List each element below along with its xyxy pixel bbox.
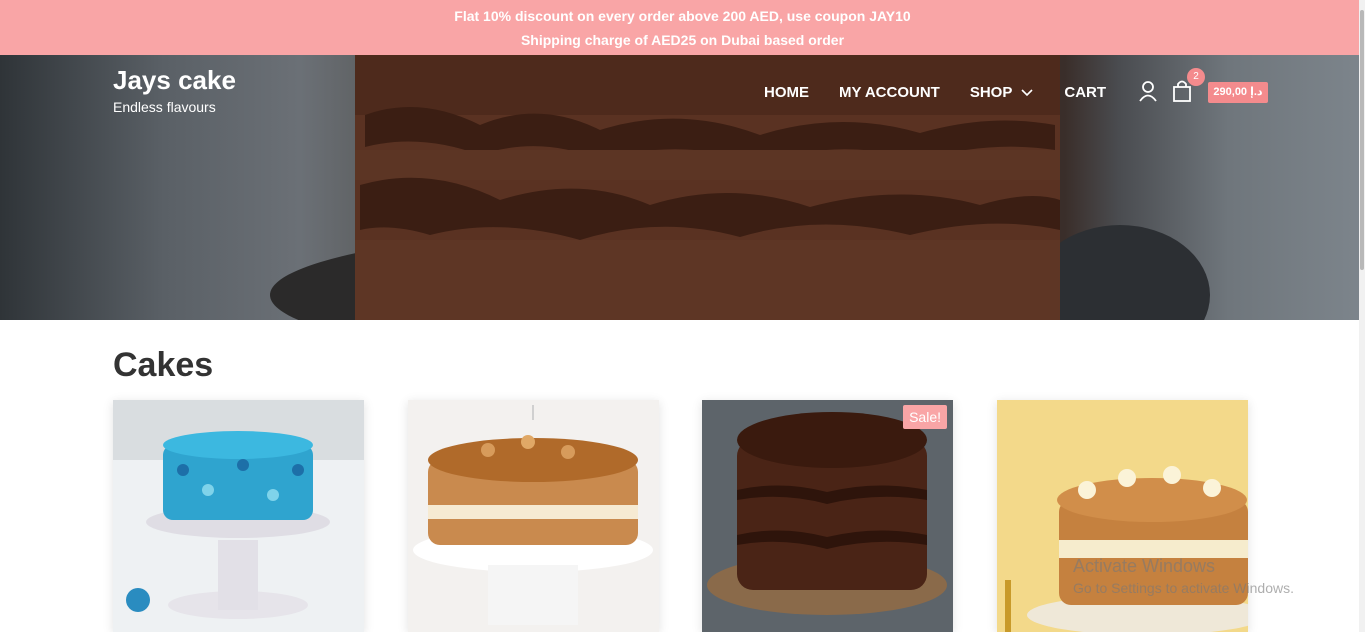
promo-line-2: Shipping charge of AED25 on Dubai based … [520,31,845,48]
cart-total[interactable]: 290,00 د.إ [1208,82,1268,103]
site-tagline: Endless flavours [113,99,216,115]
sale-badge: Sale! [903,405,947,429]
nav-shop[interactable]: SHOP [970,84,1035,101]
cart-count-badge: 2 [1187,68,1205,86]
hero-header: Jays cake Endless flavours HOME MY ACCOU… [0,55,1365,320]
product-card-cream-cake[interactable] [997,400,1248,632]
product-image[interactable] [113,400,364,632]
user-icon[interactable] [1138,80,1158,102]
product-card-caramel-cake[interactable] [408,400,659,632]
nav-home[interactable]: HOME [764,84,809,101]
main-nav: HOME MY ACCOUNT SHOP CART [764,84,1136,101]
product-image[interactable] [997,400,1248,632]
scrollbar[interactable] [1359,0,1365,632]
product-card-chocolate-cake[interactable]: Sale! [702,400,953,632]
section-title: Cakes [113,346,214,384]
nav-cart[interactable]: CART [1064,84,1106,101]
chevron-down-icon[interactable] [1020,86,1034,100]
promo-bar: Flat 10% discount on every order above 2… [0,0,1365,55]
windows-activation-title: Activate Windows [1073,556,1216,576]
product-image[interactable] [408,400,659,632]
nav-my-account[interactable]: MY ACCOUNT [839,84,940,101]
product-image[interactable] [702,400,953,632]
product-card-blue-flower-cake[interactable] [113,400,364,632]
site-title[interactable]: Jays cake [113,65,236,96]
promo-line-1: Flat 10% discount on every order above 2… [454,7,911,24]
nav-shop-label: SHOP [969,84,1013,101]
scrollbar-thumb[interactable] [1360,10,1364,270]
windows-activation-hint: Go to Settings to activate Windows. [1073,580,1294,596]
